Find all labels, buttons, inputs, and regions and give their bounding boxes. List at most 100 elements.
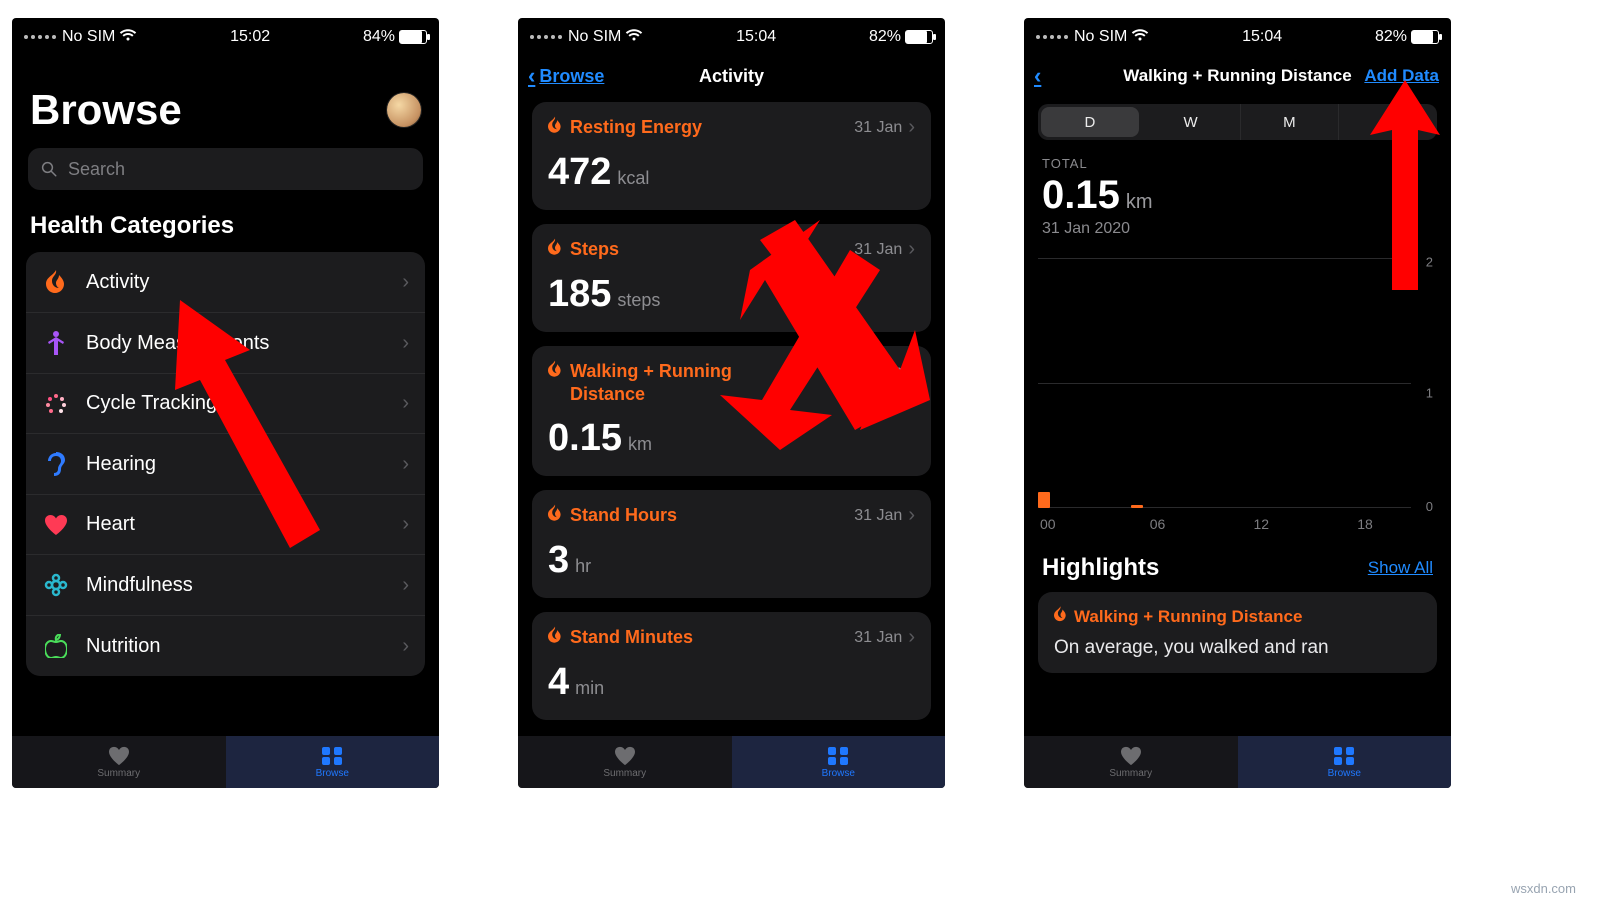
- flame-icon: [548, 238, 562, 261]
- card-date: 31 Jan: [854, 119, 902, 137]
- tab-label: Browse: [316, 768, 349, 779]
- nutrition-icon: [42, 634, 70, 658]
- page-title: Browse: [30, 86, 182, 134]
- card-date: 31 Jan: [854, 629, 902, 647]
- phone-activity: No SIM 15:04 82% ‹ Browse Activity Resti…: [518, 18, 945, 788]
- tab-bar: Summary Browse: [518, 736, 945, 788]
- chevron-right-icon: ›: [402, 392, 409, 415]
- distance-chart[interactable]: 2 1 0 00 06 12 18: [1038, 248, 1437, 538]
- tab-label: Summary: [603, 768, 646, 779]
- mind-icon: [42, 573, 70, 597]
- search-icon: [40, 160, 58, 178]
- battery-pct: 84%: [363, 28, 395, 46]
- highlight-desc: On average, you walked and ran: [1054, 637, 1421, 659]
- card-unit: hr: [575, 556, 591, 577]
- tab-browse[interactable]: Browse: [732, 736, 946, 788]
- highlights-header: Highlights: [1042, 554, 1159, 582]
- back-button[interactable]: ‹ Browse: [528, 63, 604, 89]
- card-value: 472: [548, 151, 611, 194]
- status-bar: No SIM 15:02 84%: [12, 18, 439, 56]
- tab-summary[interactable]: Summary: [1024, 736, 1238, 788]
- chevron-right-icon: ›: [402, 574, 409, 597]
- carrier-label: No SIM: [62, 28, 115, 46]
- tab-label: Summary: [97, 768, 140, 779]
- category-heart[interactable]: Heart ›: [26, 495, 425, 555]
- category-activity[interactable]: Activity ›: [26, 252, 425, 313]
- row-label: Cycle Tracking: [86, 392, 386, 415]
- card-title: Stand Hours: [570, 504, 677, 527]
- card-title: Stand Minutes: [570, 626, 693, 649]
- card-walking-running[interactable]: Walking + Running Distance 31 Jan› 0.15k…: [532, 346, 931, 476]
- row-label: Hearing: [86, 453, 386, 476]
- chevron-right-icon: ›: [402, 513, 409, 536]
- segment-week[interactable]: W: [1142, 104, 1241, 140]
- nav-bar: ‹ Walking + Running Distance Add Data: [1024, 56, 1451, 96]
- segment-month[interactable]: M: [1241, 104, 1340, 140]
- card-value: 0.15: [548, 417, 622, 460]
- flame-icon: [42, 270, 70, 294]
- show-all-link[interactable]: Show All: [1368, 558, 1433, 578]
- chevron-right-icon: ›: [402, 332, 409, 355]
- category-nutrition[interactable]: Nutrition ›: [26, 616, 425, 676]
- battery: 84%: [363, 28, 427, 46]
- card-resting-energy[interactable]: Resting Energy 31 Jan› 472kcal: [532, 102, 931, 210]
- card-unit: kcal: [617, 168, 649, 189]
- total-date: 31 Jan 2020: [1042, 220, 1433, 238]
- heart-tab-icon: [613, 746, 637, 766]
- clock: 15:02: [230, 28, 270, 46]
- highlight-card[interactable]: Walking + Running Distance On average, y…: [1038, 592, 1437, 673]
- xtick: 12: [1253, 516, 1269, 532]
- add-data-button[interactable]: Add Data: [1364, 66, 1439, 86]
- grid-tab-icon: [826, 746, 850, 766]
- flame-icon: [548, 626, 562, 649]
- chevron-right-icon: ›: [402, 453, 409, 476]
- chart-bar: [1131, 505, 1143, 508]
- card-value: 3: [548, 539, 569, 582]
- chevron-right-icon: ›: [908, 360, 915, 383]
- flame-icon: [1054, 606, 1067, 627]
- row-label: Activity: [86, 271, 386, 294]
- tab-summary[interactable]: Summary: [12, 736, 226, 788]
- card-stand-minutes[interactable]: Stand Minutes 31 Jan› 4min: [532, 612, 931, 720]
- time-range-segmented[interactable]: D W M Y: [1038, 104, 1437, 140]
- clock: 15:04: [736, 28, 776, 46]
- tab-summary[interactable]: Summary: [518, 736, 732, 788]
- chevron-right-icon: ›: [402, 271, 409, 294]
- card-date: 31 Jan: [854, 507, 902, 525]
- signal-dots-icon: [530, 35, 562, 39]
- segment-year[interactable]: Y: [1339, 104, 1437, 140]
- tab-browse[interactable]: Browse: [1238, 736, 1452, 788]
- back-button[interactable]: ‹: [1034, 63, 1041, 89]
- card-title: Resting Energy: [570, 116, 702, 139]
- card-date: 31 Jan: [854, 241, 902, 259]
- battery-icon: [399, 30, 427, 44]
- profile-avatar[interactable]: [387, 93, 421, 127]
- search-input[interactable]: Search: [28, 148, 423, 190]
- row-label: Body Measurements: [86, 332, 386, 355]
- chevron-right-icon: ›: [908, 626, 915, 649]
- card-value: 4: [548, 661, 569, 704]
- body-icon: [42, 331, 70, 355]
- card-stand-hours[interactable]: Stand Hours 31 Jan› 3hr: [532, 490, 931, 598]
- carrier-label: No SIM: [568, 28, 621, 46]
- category-mindfulness[interactable]: Mindfulness ›: [26, 555, 425, 616]
- category-body-measurements[interactable]: Body Measurements ›: [26, 313, 425, 374]
- segment-day[interactable]: D: [1041, 107, 1139, 137]
- total-value: 0.15: [1042, 173, 1120, 218]
- wifi-icon: [625, 28, 643, 47]
- battery-icon: [1411, 30, 1439, 44]
- xtick: 00: [1040, 516, 1056, 532]
- carrier-label: No SIM: [1074, 28, 1127, 46]
- tab-bar: Summary Browse: [12, 736, 439, 788]
- signal-dots-icon: [24, 35, 56, 39]
- category-cycle-tracking[interactable]: Cycle Tracking ›: [26, 374, 425, 434]
- ytick: 2: [1426, 255, 1433, 270]
- row-label: Mindfulness: [86, 574, 386, 597]
- category-hearing[interactable]: Hearing ›: [26, 434, 425, 495]
- flame-icon: [548, 360, 562, 383]
- wifi-icon: [119, 28, 137, 47]
- phone-detail: No SIM 15:04 82% ‹ Walking + Running Dis…: [1024, 18, 1451, 788]
- tab-label: Browse: [1328, 768, 1361, 779]
- card-steps[interactable]: Steps 31 Jan› 185steps: [532, 224, 931, 332]
- tab-browse[interactable]: Browse: [226, 736, 440, 788]
